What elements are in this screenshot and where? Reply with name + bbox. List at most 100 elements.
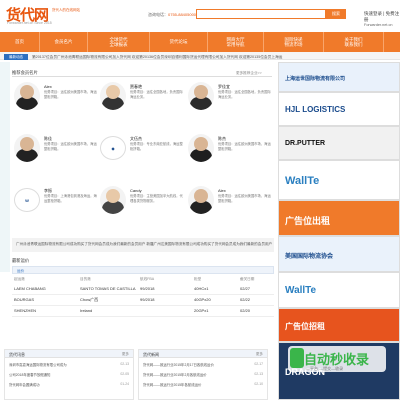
member-desc: 优势项目：上海港包到港及海运，海运整柜拼箱。: [44, 194, 97, 203]
table-cell: 99/2018: [140, 286, 155, 291]
row-divider: [12, 294, 274, 295]
site-header: 货代网 Forwarder.net.cn Since 2015 货代人的在线网站…: [0, 0, 400, 32]
ad-banner[interactable]: 上海运世国际物流有限公司: [278, 62, 400, 92]
news-box-title: 货代讯息: [9, 351, 25, 357]
member-card[interactable]: ◆ 文伍杰 优势项目：专业东南亚航线，海运整柜拼箱。: [100, 134, 188, 170]
news-link[interactable]: 货代网——致运行业2015年2月各航线运价: [143, 372, 239, 377]
news-more-link[interactable]: 更多: [256, 352, 263, 357]
avatar: [188, 186, 214, 214]
nav-item-line: 全球报表: [109, 42, 128, 47]
row-divider: [12, 305, 274, 306]
avatar-head: [106, 189, 120, 203]
ad-banner[interactable]: WallTe: [278, 272, 400, 308]
ad-banner[interactable]: HJL LOGISTICS: [278, 92, 400, 126]
recommend-header: [12, 70, 272, 77]
member-desc: 优势项目：运往欧洲美国市场，海运整柜拼箱。: [44, 142, 97, 151]
ad-banner[interactable]: DR.PUTTER: [278, 126, 400, 160]
member-card[interactable]: Alex 优势项目：运往欧洲美国市场，海运整柜拼箱。: [14, 82, 102, 118]
freight-tab-bar: 运价: [12, 266, 274, 274]
news-link[interactable]: 深圳市嘉嘉海运国际物流有限公司成为: [9, 362, 105, 367]
member-desc: 优势项目：运往全国各地，负责国际海运业务。: [218, 90, 271, 99]
member-card[interactable]: W 李振 优势项目：上海港包到港及海运，海运整柜拼箱。: [14, 186, 102, 222]
ad-text: WallTe: [285, 285, 317, 296]
freight-title: 最新运价: [12, 258, 30, 263]
table-cell[interactable]: SHENZHEN: [14, 308, 36, 313]
news-date: 02-17: [254, 362, 263, 366]
avatar-head: [194, 189, 208, 203]
avatar: [100, 82, 126, 110]
member-card[interactable]: Candy 优势项目：主营美国加拿大航线，代理各类货物服务。: [100, 186, 188, 222]
table-header-cell: 截关日期: [240, 277, 255, 281]
ad-banner[interactable]: 美国国际物流协会: [278, 236, 400, 272]
news-link[interactable]: 货代网年会圆满成功: [9, 382, 105, 387]
watermark-subtext: —平台 —提交—收录: [306, 366, 344, 371]
member-card[interactable]: 罗佳宜 优势项目：运往全国各地，负责国际海运业务。: [188, 82, 276, 118]
avatar: [188, 134, 214, 162]
news-more-link[interactable]: 更多: [122, 352, 129, 357]
watermark-icon: [290, 348, 304, 368]
table-header-cell: 航线FBA: [140, 277, 155, 281]
logo-subtitle: Forwarder.net.cn Since 2015: [7, 21, 52, 25]
avatar: [14, 82, 40, 110]
recommend-title: 推荐会员名片: [12, 70, 38, 75]
avatar-head: [194, 137, 208, 151]
nav-item[interactable]: 货代论坛: [150, 32, 208, 52]
table-cell: 40GPx20: [194, 297, 211, 302]
news-box-title: 货代新闻: [143, 351, 159, 357]
ad-banner[interactable]: 广告位招租: [278, 308, 400, 342]
news-box-header: 货代讯息 更多: [5, 350, 133, 358]
member-desc: 优势项目：主营美国加拿大航线，代理各类货物服务。: [130, 194, 183, 203]
news-date: 02-10: [254, 382, 263, 386]
nav-item[interactable]: 关于我们 联系我们: [324, 32, 384, 52]
news-date: 02-13: [120, 362, 129, 366]
news-ticker[interactable]: 第20137位会员广州泳池青联运国际物流有限公司加入货代网 欢迎第20136位会…: [32, 55, 292, 60]
news-link[interactable]: 货代网——致运行业2015年各航线运价: [143, 382, 239, 387]
news-link[interactable]: 货代网——致运行业2015年2月17日各航线运价: [143, 362, 239, 367]
login-register-links[interactable]: 快速登录 | 免费注册: [364, 11, 400, 23]
ad-banner[interactable]: 广告位出租: [278, 200, 400, 236]
nav-item[interactable]: 首页: [0, 32, 40, 52]
nav-item[interactable]: 全球货代 全球报表: [88, 32, 150, 52]
table-cell: Chow广西: [80, 297, 99, 302]
search-button[interactable]: 搜索: [326, 9, 346, 19]
recommend-more-link[interactable]: 更多推荐企业>>: [236, 71, 262, 76]
ad-banner[interactable]: WallTe: [278, 160, 400, 200]
ad-text: 广告位招租: [285, 322, 325, 331]
news-box-right: 货代新闻 更多 货代网——致运行业2015年2月17日各航线运价 02-17 货代网…: [138, 349, 268, 400]
member-desc: 优势项目：运往全国各地，负责国际海运业务。: [130, 90, 183, 99]
member-name: Alex: [218, 188, 226, 193]
nav-item[interactable]: 网商大厅 常用导航: [208, 32, 264, 52]
nav-item[interactable]: 会员名片: [40, 32, 88, 52]
news-date: 02-05: [120, 372, 129, 376]
site-domain: Forwarder.net.cn: [364, 23, 393, 27]
news-box-left: 货代讯息 更多 深圳市嘉嘉海运国际物流有限公司成为 02-13 公司2018年度春节…: [4, 349, 134, 400]
member-card[interactable]: 贾春艳 优势项目：运往全国各地，负责国际海运业务。: [100, 82, 188, 118]
table-cell: 02/27: [240, 286, 251, 291]
search-input[interactable]: [196, 9, 326, 19]
avatar-head: [20, 137, 34, 151]
avatar-head: [194, 85, 208, 99]
table-cell: Ireland: [80, 308, 93, 313]
news-date: 01-24: [120, 382, 129, 386]
news-date: 02-13: [254, 372, 263, 376]
member-card[interactable]: 陈佳 优势项目：运往欧洲美国市场，海运整柜拼箱。: [14, 134, 102, 170]
table-cell: 40HCx1: [194, 286, 209, 291]
member-card[interactable]: Alex 优势项目：运往欧洲美国市场，海运整柜拼箱。: [188, 186, 276, 222]
freight-tab[interactable]: 运价: [17, 269, 24, 274]
company-logo: ◆: [100, 136, 126, 160]
table-header-cell: 柜型: [194, 277, 202, 281]
table-cell: 20GPx1: [194, 308, 209, 313]
ad-text: HJL LOGISTICS: [285, 105, 346, 114]
member-desc: 优势项目：运往欧洲美国市场，海运整柜拼箱。: [218, 194, 271, 203]
news-link[interactable]: 公司2018年度春节放假通知: [9, 372, 105, 377]
table-cell[interactable]: LAEM CHABANG: [14, 286, 46, 291]
member-name: Alex: [44, 84, 52, 89]
ad-text: 上海运世国际物流有限公司: [285, 75, 346, 82]
table-cell: 02/20: [240, 308, 251, 313]
nav-item[interactable]: 国际快递 物流市场: [264, 32, 324, 52]
news-box-header: 货代新闻 更多: [139, 350, 267, 358]
table-cell: 02/22: [240, 297, 251, 302]
table-cell[interactable]: BOURGAS: [14, 297, 34, 302]
company-logo: W: [14, 188, 40, 212]
member-card[interactable]: 陈杰 优势项目：运往欧洲美国市场，海运整柜拼箱。: [188, 134, 276, 170]
